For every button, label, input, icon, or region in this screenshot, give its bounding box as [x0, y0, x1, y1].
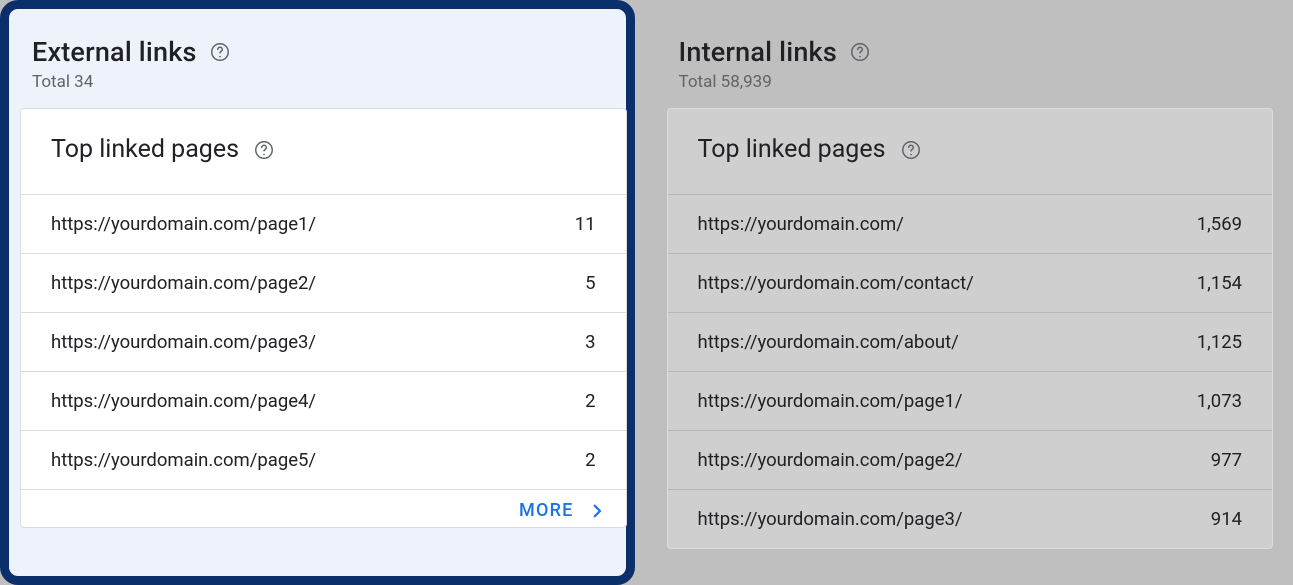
link-url: https://yourdomain.com/page2/ — [698, 449, 977, 471]
external-link-row[interactable]: https://yourdomain.com/page2/ 5 — [21, 253, 626, 312]
internal-section-header: Top linked pages — [668, 109, 1273, 194]
internal-link-row[interactable]: https://yourdomain.com/contact/ 1,154 — [668, 253, 1273, 312]
link-count: 1,073 — [1197, 390, 1242, 412]
internal-title: Internal links — [679, 36, 837, 68]
link-count: 3 — [585, 331, 595, 353]
internal-link-row[interactable]: https://yourdomain.com/about/ 1,125 — [668, 312, 1273, 371]
internal-top-linked-card: Top linked pages https://yourdomain.com/… — [667, 108, 1274, 549]
link-url: https://yourdomain.com/page1/ — [698, 390, 977, 412]
link-count: 1,125 — [1197, 331, 1242, 353]
link-url: https://yourdomain.com/page3/ — [51, 331, 330, 353]
external-link-row[interactable]: https://yourdomain.com/page3/ 3 — [21, 312, 626, 371]
link-url: https://yourdomain.com/page5/ — [51, 449, 330, 471]
external-title: External links — [32, 36, 197, 68]
external-link-row[interactable]: https://yourdomain.com/page4/ 2 — [21, 371, 626, 430]
internal-links-panel: Internal links Total 58,939 Top linked p… — [647, 0, 1293, 585]
external-link-row[interactable]: https://yourdomain.com/page5/ 2 — [21, 430, 626, 489]
more-row-container: MORE — [21, 489, 626, 527]
external-link-row[interactable]: https://yourdomain.com/page1/ 11 — [21, 194, 626, 253]
help-icon[interactable] — [900, 139, 922, 161]
link-count: 2 — [585, 390, 595, 412]
chevron-right-icon — [588, 502, 606, 520]
more-label: MORE — [519, 500, 573, 521]
link-url: https://yourdomain.com/ — [698, 213, 918, 235]
internal-section-title: Top linked pages — [698, 135, 886, 164]
external-total-label: Total 34 — [20, 70, 627, 108]
link-count: 977 — [1211, 449, 1242, 471]
link-url: https://yourdomain.com/about/ — [698, 331, 973, 353]
more-button[interactable]: MORE — [519, 500, 605, 521]
internal-link-row[interactable]: https://yourdomain.com/page3/ 914 — [668, 489, 1273, 548]
help-icon[interactable] — [253, 139, 275, 161]
internal-panel-header: Internal links — [667, 28, 1274, 70]
external-section-title: Top linked pages — [51, 135, 239, 164]
link-url: https://yourdomain.com/page3/ — [698, 508, 977, 530]
internal-total-label: Total 58,939 — [667, 70, 1274, 108]
link-count: 5 — [585, 272, 595, 294]
link-url: https://yourdomain.com/page1/ — [51, 213, 330, 235]
external-section-header: Top linked pages — [21, 109, 626, 194]
link-count: 1,569 — [1197, 213, 1242, 235]
external-links-panel: External links Total 34 Top linked pages… — [0, 0, 647, 585]
link-count: 1,154 — [1197, 272, 1242, 294]
link-url: https://yourdomain.com/page4/ — [51, 390, 330, 412]
external-top-linked-card: Top linked pages https://yourdomain.com/… — [20, 108, 627, 528]
link-count: 914 — [1211, 508, 1242, 530]
link-url: https://yourdomain.com/page2/ — [51, 272, 330, 294]
internal-link-row[interactable]: https://yourdomain.com/page1/ 1,073 — [668, 371, 1273, 430]
link-url: https://yourdomain.com/contact/ — [698, 272, 988, 294]
external-panel-header: External links — [20, 28, 627, 70]
link-count: 2 — [585, 449, 595, 471]
help-icon[interactable] — [209, 41, 231, 63]
internal-link-row[interactable]: https://yourdomain.com/page2/ 977 — [668, 430, 1273, 489]
link-count: 11 — [575, 213, 596, 235]
help-icon[interactable] — [849, 41, 871, 63]
internal-link-row[interactable]: https://yourdomain.com/ 1,569 — [668, 194, 1273, 253]
